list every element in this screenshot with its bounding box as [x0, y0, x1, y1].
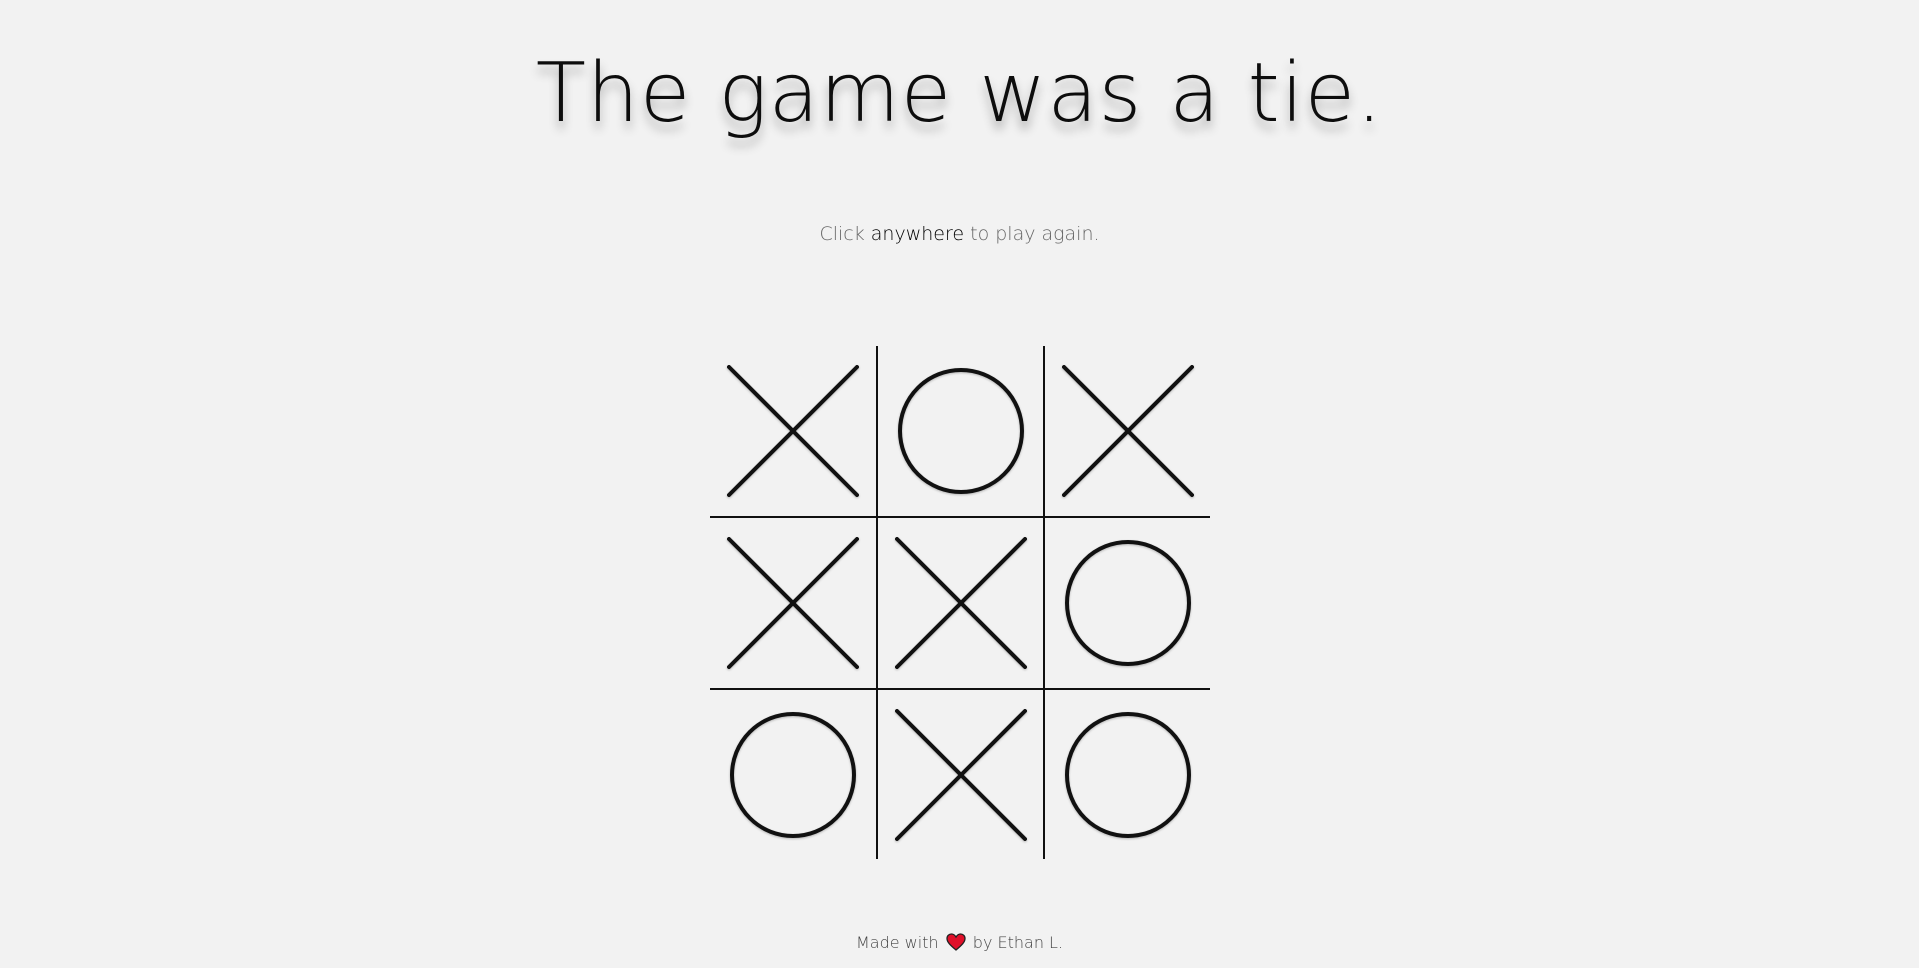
board-cell-2-2[interactable] — [878, 518, 1044, 688]
x-mark-icon — [727, 365, 859, 497]
x-mark-icon — [727, 537, 859, 669]
x-mark-icon — [895, 537, 1027, 669]
o-mark-icon — [1065, 712, 1191, 838]
play-again-instructions: Click anywhere to play again. — [0, 221, 1919, 247]
board-cell-3-1[interactable] — [710, 690, 876, 860]
board-cell-1-3[interactable] — [1045, 346, 1211, 516]
o-mark-icon — [730, 712, 856, 838]
game-result-title: The game was a tie. — [535, 46, 1384, 141]
instructions-prefix: Click — [819, 223, 871, 245]
board-cell-2-3[interactable] — [1045, 518, 1211, 688]
instructions-suffix: to play again. — [964, 223, 1100, 245]
heart-icon — [946, 933, 966, 951]
board-cell-3-2[interactable] — [878, 690, 1044, 860]
footer-prefix: Made with — [855, 933, 939, 952]
footer-credit: Made with by Ethan L. — [0, 931, 1919, 955]
x-mark-icon — [1062, 365, 1194, 497]
board-cell-2-1[interactable] — [710, 518, 876, 688]
x-mark-icon — [895, 709, 1027, 841]
o-mark-icon — [898, 368, 1024, 494]
o-mark-icon — [1065, 540, 1191, 666]
footer-suffix: by Ethan L. — [972, 933, 1064, 952]
game-page[interactable]: The game was a tie. Click anywhere to pl… — [0, 0, 1919, 968]
board-cell-1-2[interactable] — [878, 346, 1044, 516]
board-cell-1-1[interactable] — [710, 346, 876, 516]
board-cell-3-3[interactable] — [1045, 690, 1211, 860]
instructions-emphasis: anywhere — [870, 223, 965, 245]
tic-tac-toe-board[interactable] — [710, 346, 1210, 859]
